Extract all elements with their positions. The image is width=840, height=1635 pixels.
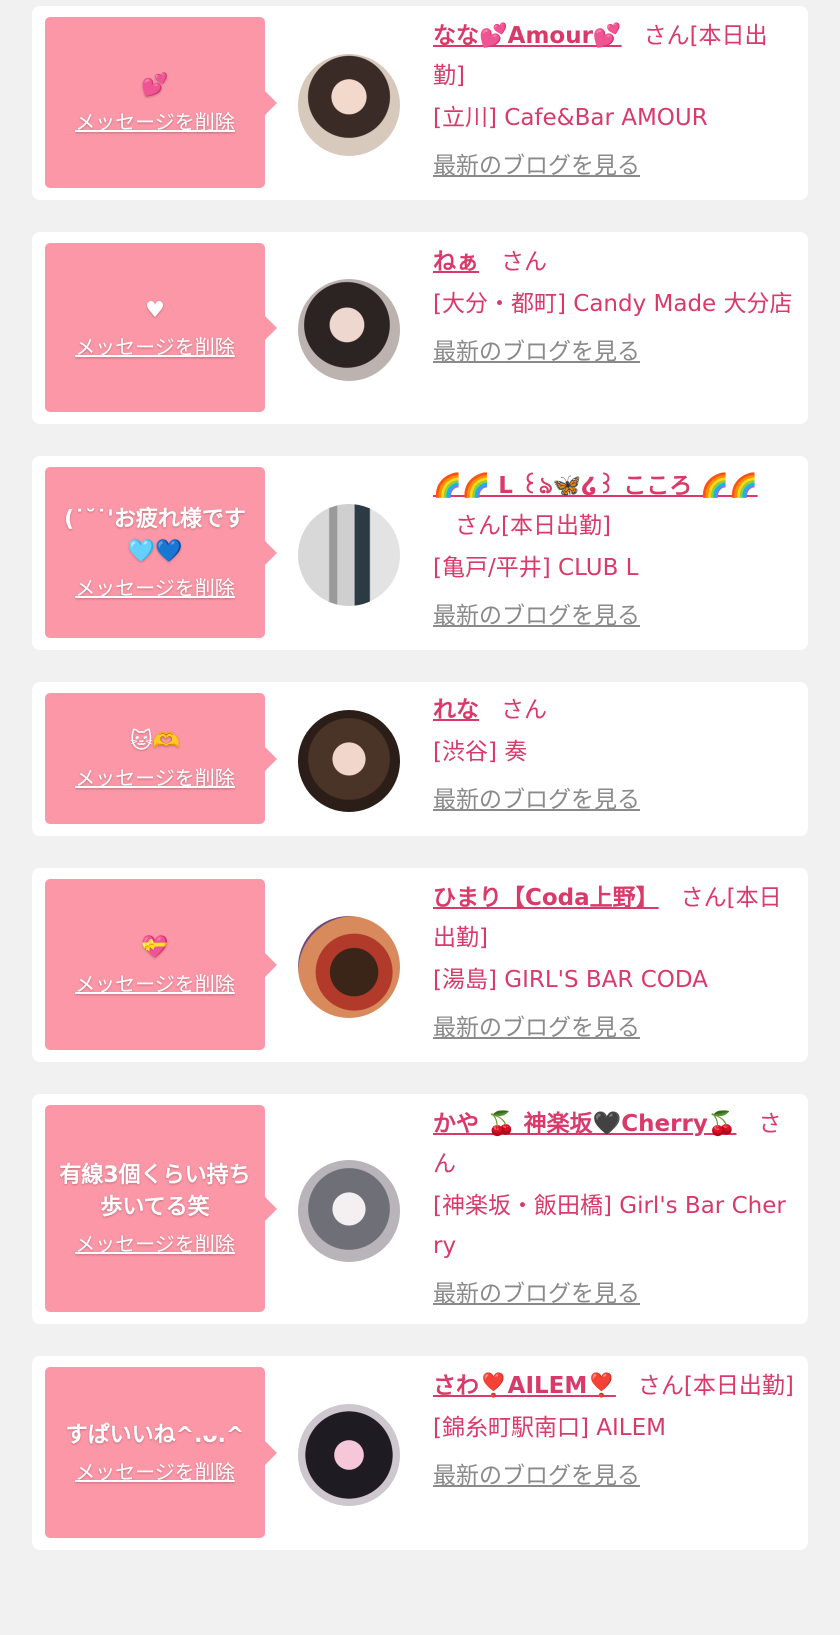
latest-blog-link[interactable]: 最新のブログを見る bbox=[433, 1274, 794, 1314]
latest-blog-link[interactable]: 最新のブログを見る bbox=[433, 332, 794, 372]
message-bubble: 有線3個くらい持ち歩いてる笑 メッセージを削除 bbox=[45, 1105, 277, 1312]
avatar[interactable] bbox=[298, 916, 400, 1018]
delete-message-link[interactable]: メッセージを削除 bbox=[75, 574, 235, 602]
message-bubble: (˙˘˙'お疲れ様です🩵💙 メッセージを削除 bbox=[45, 467, 277, 638]
cast-info: かや 🍒 神楽坂🖤Cherry🍒 さん [神楽坂・飯田橋] Girl's Bar … bbox=[433, 1104, 794, 1314]
latest-blog-link[interactable]: 最新のブログを見る bbox=[433, 1008, 794, 1048]
shop-name: [神楽坂・飯田橋] Girl's Bar Cherry bbox=[433, 1193, 786, 1259]
message-card: 💕 メッセージを削除 なな💕Amour💕 さん[本日出勤] [立川] Cafe&B… bbox=[32, 6, 808, 200]
cast-name-link[interactable]: なな💕Amour💕 bbox=[433, 23, 622, 49]
message-text: 有線3個くらい持ち歩いてる笑 bbox=[59, 1162, 251, 1220]
latest-blog-link[interactable]: 最新のブログを見る bbox=[433, 1456, 794, 1496]
today-badge: [本日出勤] bbox=[683, 1373, 794, 1399]
name-line: かや 🍒 神楽坂🖤Cherry🍒 さん bbox=[433, 1104, 794, 1184]
name-line: れな さん bbox=[433, 690, 794, 730]
message-bubble: 🐱🫶 メッセージを削除 bbox=[45, 693, 277, 824]
shop-name: [湯島] GIRL'S BAR CODA bbox=[433, 967, 708, 993]
message-bubble: 💝 メッセージを削除 bbox=[45, 879, 277, 1050]
name-line: ひまり【Coda上野】 さん[本日出勤] bbox=[433, 878, 794, 958]
shop-name: [大分・都町] Candy Made 大分店 bbox=[433, 291, 793, 317]
delete-message-link[interactable]: メッセージを削除 bbox=[75, 764, 235, 792]
name-line: 🌈🌈 L ꒰ঌ🦋໒꒱ こころ 🌈🌈 さん[本日出勤] bbox=[433, 466, 794, 546]
message-bubble: ♥ メッセージを削除 bbox=[45, 243, 277, 412]
cast-name-link[interactable]: ねぁ bbox=[433, 249, 479, 275]
message-text: 💝 bbox=[141, 934, 169, 960]
avatar[interactable] bbox=[298, 504, 400, 606]
name-line: なな💕Amour💕 さん[本日出勤] bbox=[433, 16, 794, 96]
shop-name: [渋谷] 奏 bbox=[433, 739, 528, 765]
delete-message-link[interactable]: メッセージを削除 bbox=[75, 1458, 235, 1486]
message-list: 💕 メッセージを削除 なな💕Amour💕 さん[本日出勤] [立川] Cafe&B… bbox=[0, 0, 840, 1635]
avatar[interactable] bbox=[298, 1160, 400, 1262]
cast-info: なな💕Amour💕 さん[本日出勤] [立川] Cafe&Bar AMOUR 最新… bbox=[433, 16, 794, 186]
cast-info: れな さん [渋谷] 奏 最新のブログを見る bbox=[433, 690, 794, 820]
san-suffix: さん bbox=[501, 697, 547, 723]
message-text: 💕 bbox=[141, 72, 169, 98]
cast-info: ひまり【Coda上野】 さん[本日出勤] [湯島] GIRL'S BAR CODA… bbox=[433, 878, 794, 1048]
message-text: (˙˘˙'お疲れ様です🩵💙 bbox=[64, 506, 246, 564]
san-suffix: さん bbox=[455, 513, 501, 539]
avatar[interactable] bbox=[298, 54, 400, 156]
cast-name-link[interactable]: れな bbox=[433, 697, 479, 723]
latest-blog-link[interactable]: 最新のブログを見る bbox=[433, 146, 794, 186]
message-card: 💝 メッセージを削除 ひまり【Coda上野】 さん[本日出勤] [湯島] GIRL… bbox=[32, 868, 808, 1062]
avatar[interactable] bbox=[298, 1404, 400, 1506]
latest-blog-link[interactable]: 最新のブログを見る bbox=[433, 596, 794, 636]
cast-name-link[interactable]: かや 🍒 神楽坂🖤Cherry🍒 bbox=[433, 1111, 736, 1137]
message-text: ♥ bbox=[145, 297, 165, 323]
delete-message-link[interactable]: メッセージを削除 bbox=[75, 1230, 235, 1258]
cast-info: さわ❣️AILEM❣️ さん[本日出勤] [錦糸町駅南口] AILEM 最新のブロ… bbox=[433, 1366, 794, 1496]
message-text: すぱいいね^.ᴗ.^ bbox=[65, 1422, 245, 1448]
message-card: (˙˘˙'お疲れ様です🩵💙 メッセージを削除 🌈🌈 L ꒰ঌ🦋໒꒱ こころ 🌈🌈… bbox=[32, 456, 808, 650]
cast-info: ねぁ さん [大分・都町] Candy Made 大分店 最新のブログを見る bbox=[433, 242, 794, 372]
today-badge: [本日出勤] bbox=[501, 513, 611, 539]
message-text: 🐱🫶 bbox=[129, 728, 181, 754]
delete-message-link[interactable]: メッセージを削除 bbox=[75, 970, 235, 998]
message-card: すぱいいね^.ᴗ.^ メッセージを削除 さわ❣️AILEM❣️ さん[本日出勤] … bbox=[32, 1356, 808, 1550]
san-suffix: さん bbox=[637, 1373, 684, 1399]
cast-name-link[interactable]: さわ❣️AILEM❣️ bbox=[433, 1373, 616, 1399]
san-suffix: さん bbox=[680, 885, 727, 911]
latest-blog-link[interactable]: 最新のブログを見る bbox=[433, 780, 794, 820]
shop-name: [立川] Cafe&Bar AMOUR bbox=[433, 105, 708, 131]
cast-name-link[interactable]: ひまり【Coda上野】 bbox=[433, 885, 659, 911]
avatar[interactable] bbox=[298, 710, 400, 812]
message-bubble: すぱいいね^.ᴗ.^ メッセージを削除 bbox=[45, 1367, 277, 1538]
avatar[interactable] bbox=[298, 279, 400, 381]
delete-message-link[interactable]: メッセージを削除 bbox=[75, 108, 235, 136]
san-suffix: さん bbox=[643, 23, 690, 49]
delete-message-link[interactable]: メッセージを削除 bbox=[75, 333, 235, 361]
message-bubble: 💕 メッセージを削除 bbox=[45, 17, 277, 188]
message-card: 🐱🫶 メッセージを削除 れな さん [渋谷] 奏 最新のブログを見る bbox=[32, 682, 808, 836]
message-card: ♥ メッセージを削除 ねぁ さん [大分・都町] Candy Made 大分店 最… bbox=[32, 232, 808, 424]
cast-name-link[interactable]: 🌈🌈 L ꒰ঌ🦋໒꒱ こころ 🌈🌈 bbox=[433, 473, 758, 499]
name-line: さわ❣️AILEM❣️ さん[本日出勤] bbox=[433, 1366, 794, 1406]
name-line: ねぁ さん bbox=[433, 242, 794, 282]
message-card: 有線3個くらい持ち歩いてる笑 メッセージを削除 かや 🍒 神楽坂🖤Cherry🍒… bbox=[32, 1094, 808, 1324]
san-suffix: さん bbox=[501, 249, 547, 275]
shop-name: [亀戸/平井] CLUB L bbox=[433, 555, 639, 581]
cast-info: 🌈🌈 L ꒰ঌ🦋໒꒱ こころ 🌈🌈 さん[本日出勤] [亀戸/平井] CLUB L… bbox=[433, 466, 794, 636]
shop-name: [錦糸町駅南口] AILEM bbox=[433, 1415, 666, 1441]
